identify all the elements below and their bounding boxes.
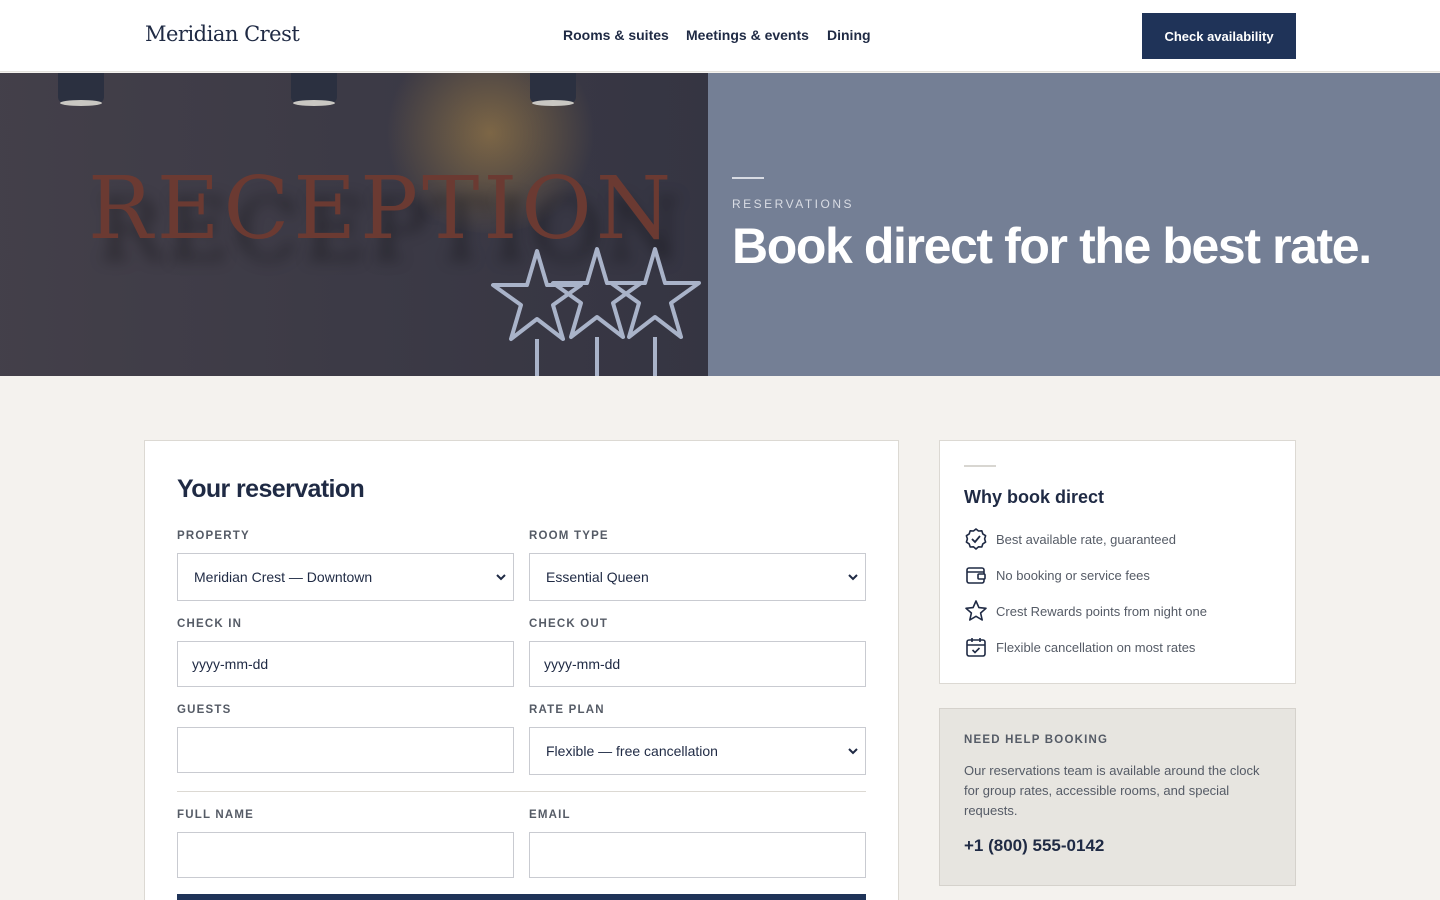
property-select[interactable]: Meridian Crest — Downtown — [177, 553, 514, 601]
room-type-label: ROOM TYPE — [529, 530, 609, 542]
benefit-item: Crest Rewards points from night one — [964, 599, 1207, 623]
star-icon — [965, 600, 987, 621]
guests-label: GUESTS — [177, 704, 232, 716]
form-divider — [177, 791, 866, 792]
property-label: PROPERTY — [177, 530, 250, 542]
email-label: EMAIL — [529, 809, 571, 821]
rate-plan-select[interactable]: Flexible — free cancellation — [529, 727, 866, 775]
check-in-placeholder: yyyy-mm-dd — [192, 656, 269, 672]
check-out-field[interactable]: yyyy-mm-dd — [529, 641, 866, 687]
benefit-text: Best available rate, guaranteed — [996, 531, 1176, 547]
room-type-select-value: Essential Queen — [546, 569, 649, 585]
chevron-down-icon — [496, 574, 506, 581]
hero-eyebrow: RESERVATIONS — [732, 197, 855, 211]
help-text: Our reservations team is available aroun… — [964, 763, 1260, 818]
hero-reception-image: RECEPTION — [0, 73, 708, 376]
help-label: NEED HELP BOOKING — [964, 734, 1109, 746]
reservation-form-card: Your reservation PROPERTY Meridian Crest… — [144, 440, 899, 900]
check-in-label: CHECK IN — [177, 618, 243, 630]
rate-plan-label: RATE PLAN — [529, 704, 605, 716]
benefit-item: No booking or service fees — [964, 563, 1150, 587]
badge-check-icon — [965, 528, 987, 550]
chevron-down-icon — [848, 748, 858, 755]
reception-sign-text: RECEPTION — [88, 159, 676, 259]
three-stars-sculpture-icon — [491, 247, 701, 376]
hero-title: Book direct for the best rate. — [732, 218, 1372, 274]
chevron-down-icon — [848, 574, 858, 581]
brand-logo[interactable]: Meridian Crest — [145, 22, 300, 46]
full-name-field[interactable] — [177, 832, 514, 878]
calendar-check-icon — [966, 638, 986, 657]
ceiling-lamp — [58, 73, 104, 106]
benefit-text: Crest Rewards points from night one — [996, 603, 1207, 619]
nav-dining[interactable]: Dining — [827, 27, 871, 43]
guests-field[interactable] — [177, 727, 514, 773]
ceiling-lamp — [291, 73, 337, 106]
form-title: Your reservation — [177, 475, 365, 503]
room-type-select[interactable]: Essential Queen — [529, 553, 866, 601]
benefit-text: No booking or service fees — [996, 567, 1150, 583]
why-accent-rule — [964, 465, 996, 467]
email-field[interactable] — [529, 832, 866, 878]
full-name-label: FULL NAME — [177, 809, 255, 821]
property-select-value: Meridian Crest — Downtown — [194, 569, 373, 585]
why-book-direct-card: Why book direct Best available rate, gua… — [939, 440, 1296, 684]
benefit-text: Flexible cancellation on most rates — [996, 639, 1196, 655]
why-title: Why book direct — [964, 487, 1105, 507]
need-help-card: NEED HELP BOOKING Our reservations team … — [939, 708, 1296, 886]
hero-accent-rule — [732, 177, 764, 179]
site-header: Meridian Crest Rooms & suites Meetings &… — [0, 0, 1440, 72]
check-availability-button[interactable]: Check availability — [1142, 13, 1296, 59]
check-out-label: CHECK OUT — [529, 618, 609, 630]
check-out-placeholder: yyyy-mm-dd — [544, 656, 621, 672]
wallet-icon — [966, 567, 986, 584]
check-in-field[interactable]: yyyy-mm-dd — [177, 641, 514, 687]
hero-text-panel: RESERVATIONS Book direct for the best ra… — [708, 73, 1440, 376]
nav-rooms-suites[interactable]: Rooms & suites — [563, 27, 669, 43]
rate-plan-select-value: Flexible — free cancellation — [546, 743, 718, 759]
ceiling-lamp — [530, 73, 576, 106]
benefit-item: Best available rate, guaranteed — [964, 527, 1176, 551]
submit-reservation-button[interactable] — [177, 894, 866, 900]
nav-meetings-events[interactable]: Meetings & events — [686, 27, 809, 43]
benefit-item: Flexible cancellation on most rates — [964, 635, 1195, 659]
help-phone-link[interactable]: +1 (800) 555-0142 — [964, 836, 1104, 856]
